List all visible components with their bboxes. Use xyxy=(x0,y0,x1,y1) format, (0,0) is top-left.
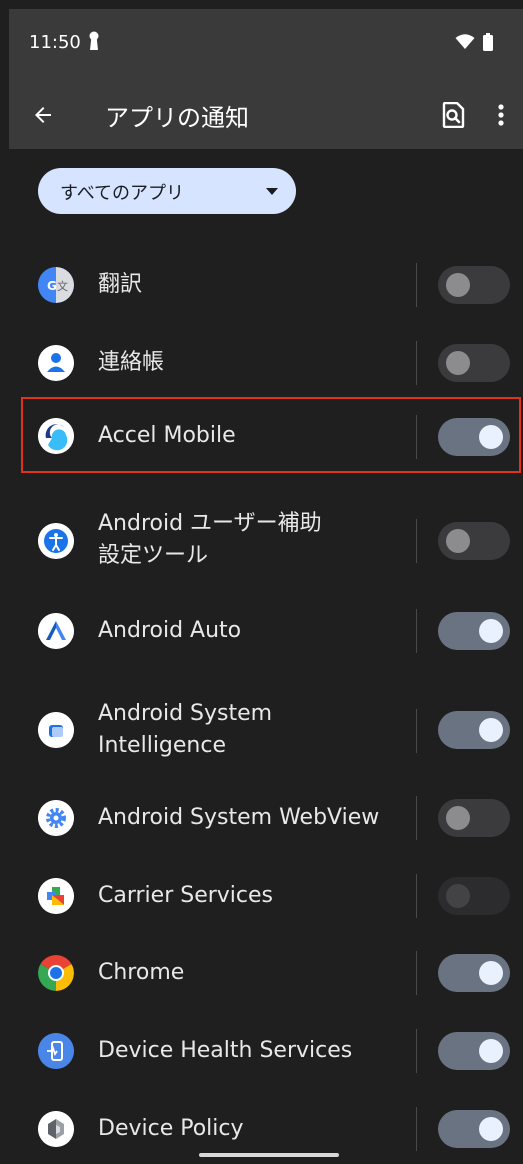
page-title: アプリの通知 xyxy=(105,104,249,132)
status-time: 11:50 xyxy=(29,32,81,53)
app-name: Device Policy xyxy=(98,1116,244,1141)
search-settings-icon[interactable] xyxy=(437,99,469,131)
status-bar: 11:50 xyxy=(9,9,523,79)
webview-gear-icon xyxy=(38,800,74,836)
app-row-carrier-services[interactable]: Carrier Services xyxy=(9,865,523,927)
battery-icon xyxy=(483,33,493,55)
app-name: Android System WebView xyxy=(98,805,380,830)
row-divider xyxy=(416,874,417,918)
app-row-webview[interactable]: Android System WebView xyxy=(9,787,523,849)
notification-toggle-off[interactable] xyxy=(438,344,510,382)
notification-toggle-on[interactable] xyxy=(438,954,510,992)
app-filter-dropdown[interactable]: すべてのアプリ xyxy=(38,168,296,214)
device-health-icon xyxy=(38,1033,74,1069)
row-divider xyxy=(416,263,417,307)
app-row-device-policy[interactable]: Device Policy xyxy=(9,1098,523,1160)
notification-toggle-off[interactable] xyxy=(438,522,510,560)
app-name: Chrome xyxy=(98,960,185,985)
app-name: Android Auto xyxy=(98,618,242,643)
row-divider xyxy=(416,341,417,385)
row-divider xyxy=(416,709,417,753)
app-bar: アプリの通知 xyxy=(9,79,523,149)
translate-icon: G 文 xyxy=(38,267,74,303)
status-icons xyxy=(455,33,493,55)
app-name: Carrier Services xyxy=(98,883,274,908)
app-name: 連絡帳 xyxy=(98,350,165,375)
notification-toggle-on[interactable] xyxy=(438,612,510,650)
app-row-device-health[interactable]: Device Health Services xyxy=(9,1020,523,1082)
notification-toggle-on[interactable] xyxy=(438,1032,510,1070)
app-notifications-screen: 11:50 アプリの通知 すべてのアプリ G 文 翻訳 連絡帳 Accel Mo… xyxy=(9,9,523,1164)
row-divider xyxy=(416,1029,417,1073)
app-name: Device Health Services xyxy=(98,1038,353,1063)
device-policy-icon xyxy=(38,1111,74,1147)
wifi-icon xyxy=(455,34,475,54)
more-options-icon[interactable] xyxy=(489,99,513,131)
selection-highlight xyxy=(21,397,521,473)
notification-toggle-off[interactable] xyxy=(438,799,510,837)
app-name: 翻訳 xyxy=(98,272,143,297)
row-divider xyxy=(416,951,417,995)
notification-toggle-off[interactable] xyxy=(438,266,510,304)
app-row-android-auto[interactable]: Android Auto xyxy=(9,600,523,662)
row-divider xyxy=(416,796,417,840)
row-divider xyxy=(416,609,417,653)
system-intelligence-icon xyxy=(38,712,74,748)
dropdown-caret-icon xyxy=(266,188,278,195)
app-row-contacts[interactable]: 連絡帳 xyxy=(9,332,523,394)
svg-text:文: 文 xyxy=(57,279,68,293)
app-row-translate[interactable]: G 文 翻訳 xyxy=(9,254,523,316)
app-row-accessibility-suite[interactable]: Android ユーザー補助 設定ツール xyxy=(9,496,523,586)
notification-toggle-on[interactable] xyxy=(438,711,510,749)
chrome-icon xyxy=(38,955,74,991)
gesture-nav-handle[interactable] xyxy=(199,1153,339,1157)
accessibility-icon xyxy=(38,523,74,559)
app-row-chrome[interactable]: Chrome xyxy=(9,942,523,1004)
app-row-system-intelligence[interactable]: Android System Intelligence xyxy=(9,684,523,774)
notification-toggle-on[interactable] xyxy=(438,1110,510,1148)
row-divider xyxy=(416,519,417,563)
contacts-icon xyxy=(38,345,74,381)
svg-text:G: G xyxy=(47,279,57,293)
app-name: Android System Intelligence xyxy=(98,701,273,758)
notification-toggle-disabled xyxy=(438,877,510,915)
back-arrow-icon[interactable] xyxy=(27,99,59,131)
android-auto-icon xyxy=(38,613,74,649)
row-divider xyxy=(416,1107,417,1151)
app-name: Android ユーザー補助 設定ツール xyxy=(98,511,322,568)
filter-selected-label: すべてのアプリ xyxy=(60,183,185,204)
keyhole-icon xyxy=(88,31,100,51)
carrier-services-icon xyxy=(38,878,74,914)
